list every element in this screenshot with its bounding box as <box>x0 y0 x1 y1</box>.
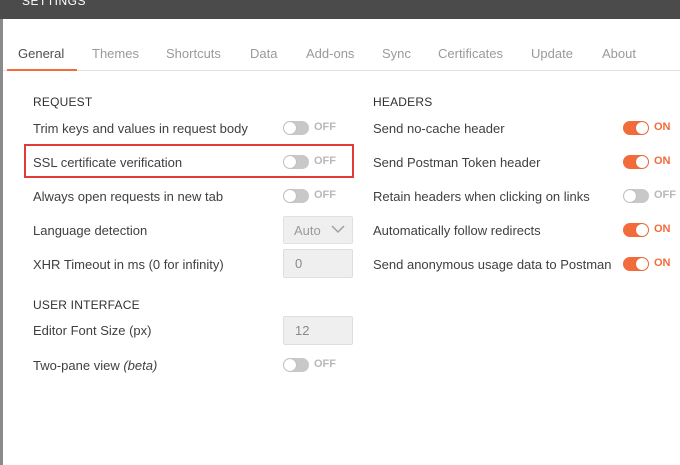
anonymous-usage-toggle[interactable]: ON <box>623 256 678 272</box>
toggle-knob <box>624 190 636 202</box>
toggle-state: ON <box>654 121 671 133</box>
language-detection-value: Auto <box>294 223 321 238</box>
tab-sync[interactable]: Sync <box>382 46 411 61</box>
toggle-state: OFF <box>314 189 336 201</box>
toggle-state: ON <box>654 223 671 235</box>
toggle-knob <box>636 156 648 168</box>
toggle-knob <box>284 359 296 371</box>
postman-token-toggle[interactable]: ON <box>623 154 678 170</box>
toggle-state: OFF <box>314 358 336 370</box>
anonymous-usage-label: Send anonymous usage data to Postman <box>373 257 612 272</box>
toggle-state: OFF <box>314 121 336 133</box>
window-left-edge <box>0 19 3 465</box>
chevron-down-icon <box>331 225 345 234</box>
language-detection-select[interactable]: Auto <box>283 216 353 244</box>
tab-themes[interactable]: Themes <box>92 46 139 61</box>
new-tab-toggle[interactable]: OFF <box>283 188 353 204</box>
follow-redirects-label: Automatically follow redirects <box>373 223 541 238</box>
headers-section-title: HEADERS <box>373 95 433 109</box>
trim-keys-toggle[interactable]: OFF <box>283 120 353 136</box>
tab-shortcuts[interactable]: Shortcuts <box>166 46 221 61</box>
toggle-state: ON <box>654 257 671 269</box>
two-pane-beta-tag: (beta) <box>123 358 158 373</box>
active-tab-indicator <box>7 69 77 71</box>
language-detection-label: Language detection <box>33 223 148 238</box>
retain-headers-label: Retain headers when clicking on links <box>373 189 590 204</box>
ssl-highlight-box <box>24 144 354 178</box>
tab-update[interactable]: Update <box>531 46 573 61</box>
new-tab-label: Always open requests in new tab <box>33 189 224 204</box>
two-pane-label: Two-pane view (beta) <box>33 358 157 373</box>
editor-font-size-label: Editor Font Size (px) <box>33 323 152 338</box>
ui-section-title: USER INTERFACE <box>33 298 140 312</box>
tab-data[interactable]: Data <box>250 46 277 61</box>
toggle-knob <box>284 122 296 134</box>
two-pane-label-text: Two-pane view <box>33 358 120 373</box>
toggle-knob <box>636 122 648 134</box>
xhr-timeout-label: XHR Timeout in ms (0 for infinity) <box>33 257 224 272</box>
tab-add-ons[interactable]: Add-ons <box>306 46 354 61</box>
no-cache-label: Send no-cache header <box>373 121 505 136</box>
two-pane-toggle[interactable]: OFF <box>283 357 353 373</box>
window-titlebar: SETTINGS <box>0 0 680 19</box>
toggle-knob <box>284 190 296 202</box>
toggle-knob <box>636 224 648 236</box>
window-title: SETTINGS <box>22 0 87 8</box>
request-section-title: REQUEST <box>33 95 93 109</box>
toggle-state: OFF <box>654 189 676 201</box>
trim-keys-label: Trim keys and values in request body <box>33 121 248 136</box>
tab-certificates[interactable]: Certificates <box>438 46 503 61</box>
tab-general[interactable]: General <box>18 46 64 61</box>
tab-about[interactable]: About <box>602 46 636 61</box>
no-cache-toggle[interactable]: ON <box>623 120 678 136</box>
toggle-state: ON <box>654 155 671 167</box>
editor-font-size-input[interactable] <box>283 316 353 345</box>
postman-token-label: Send Postman Token header <box>373 155 541 170</box>
retain-headers-toggle[interactable]: OFF <box>623 188 678 204</box>
follow-redirects-toggle[interactable]: ON <box>623 222 678 238</box>
settings-tab-bar: General Themes Shortcuts Data Add-ons Sy… <box>3 19 680 71</box>
toggle-knob <box>636 258 648 270</box>
xhr-timeout-input[interactable] <box>283 249 353 278</box>
